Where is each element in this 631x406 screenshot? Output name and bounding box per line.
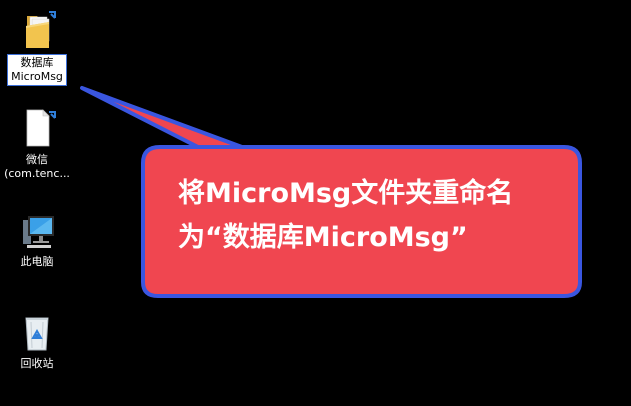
- desktop-icon-label[interactable]: 此电脑: [19, 254, 56, 270]
- recycle-bin-icon: [15, 310, 59, 354]
- callout-text: 将MicroMsg文件夹重命名 为“数据库MicroMsg”: [178, 172, 558, 260]
- desktop-icon-database-folder[interactable]: 数据库 MicroMsg: [0, 8, 74, 86]
- desktop-icon-this-pc[interactable]: 此电脑: [0, 208, 74, 270]
- desktop-icon-label[interactable]: 数据库 MicroMsg: [7, 54, 67, 86]
- file-icon: [15, 106, 59, 150]
- desktop-icon-label[interactable]: 回收站: [19, 356, 56, 372]
- callout-line-1: 将MicroMsg文件夹重命名: [178, 178, 514, 209]
- computer-icon: [15, 208, 59, 252]
- desktop-icon-wechat-file[interactable]: 微信 (com.tenc...: [0, 106, 74, 182]
- desktop-icon-recycle-bin[interactable]: 回收站: [0, 310, 74, 372]
- folder-icon: [15, 8, 59, 52]
- desktop-icon-label[interactable]: 微信 (com.tenc...: [2, 152, 72, 182]
- callout-line-2: 为“数据库MicroMsg”: [178, 222, 468, 253]
